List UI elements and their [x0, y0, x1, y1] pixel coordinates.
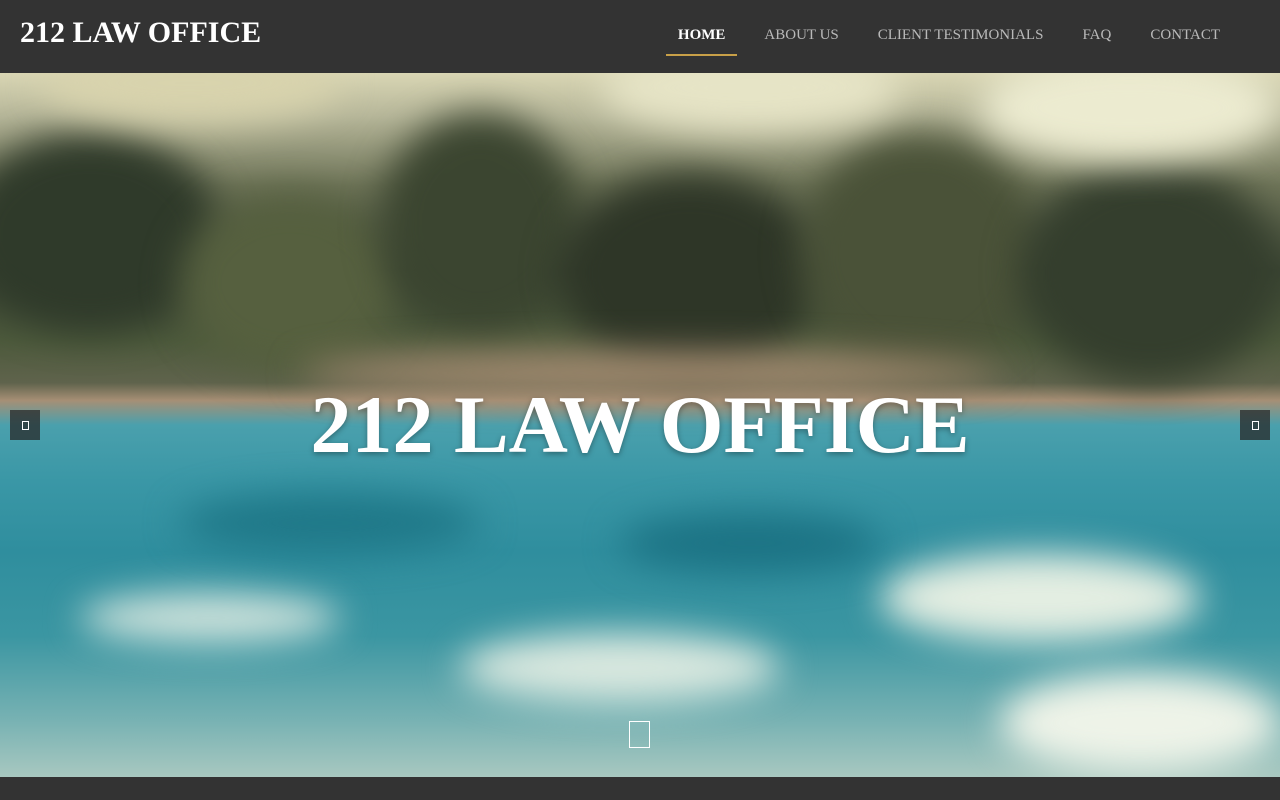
slider-next-button[interactable] — [1240, 410, 1270, 440]
nav-item-contact[interactable]: CONTACT — [1138, 18, 1232, 56]
nav-item-home[interactable]: HOME — [665, 18, 738, 56]
main-nav: HOME ABOUT US CLIENT TESTIMONIALS FAQ CO… — [651, 18, 1232, 56]
hero-title: 212 LAW OFFICE — [310, 379, 970, 470]
hero-slider: 212 LAW OFFICE — [0, 73, 1280, 777]
slider-prev-button[interactable] — [10, 410, 40, 440]
nav-item-about-us[interactable]: ABOUT US — [752, 18, 850, 56]
section-divider — [0, 777, 1280, 800]
site-logo-link[interactable]: 212 LAW OFFICE — [20, 16, 261, 50]
chevron-right-icon — [1251, 420, 1259, 430]
site-header: 212 LAW OFFICE HOME ABOUT US CLIENT TEST… — [0, 0, 1280, 73]
nav-item-client-testimonials[interactable]: CLIENT TESTIMONIALS — [866, 18, 1056, 56]
nav-item-faq[interactable]: FAQ — [1070, 18, 1123, 56]
chevron-left-icon — [21, 420, 29, 430]
scroll-down-icon[interactable] — [629, 721, 650, 748]
